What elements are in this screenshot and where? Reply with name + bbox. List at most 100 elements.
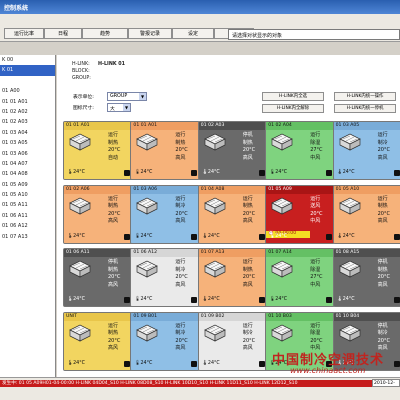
- unit-tile[interactable]: 01 06 A12 运行 制冷 20°C 高风 🌡24°C: [130, 248, 201, 307]
- tile-status-line: 制热: [108, 330, 119, 337]
- chevron-down-icon[interactable]: ▼: [123, 104, 130, 111]
- room-temp-value: 24°C: [73, 297, 85, 302]
- unit-tile[interactable]: UNIT 运行 制热 20°C 高风 🌡24°C: [63, 311, 133, 371]
- room-temp-value: 24°C: [207, 233, 220, 239]
- status-bar: 发生中: 01 05 A09H01-04-00:00 H-LINK 04D04_…: [0, 377, 400, 400]
- tile-status-line: 运行: [175, 322, 186, 329]
- unit-tile[interactable]: 01 03 A05 运行 制冷 20°C 高风 🌡24°C: [332, 121, 400, 180]
- tile-status: 运行 除湿 27°C 中风: [310, 132, 322, 162]
- tree-item[interactable]: 01 04 A07: [0, 159, 55, 169]
- ceiling-cassette-icon: [135, 324, 159, 344]
- ceiling-cassette-icon: [203, 324, 227, 344]
- fan-icon: [393, 170, 400, 176]
- display-unit-select[interactable]: GROUP ▼: [107, 92, 147, 101]
- tree-item[interactable]: 01 05 A11: [0, 200, 55, 210]
- tree-item[interactable]: 01 01 A01: [0, 97, 55, 107]
- chevron-down-icon[interactable]: ▼: [139, 93, 146, 100]
- batch-stop-button[interactable]: H-LINK内统一停机: [334, 104, 396, 113]
- room-temp-value: 24°C: [342, 233, 355, 239]
- tree-item[interactable]: 01 05 A09: [0, 180, 55, 190]
- tile-room-temp: 🌡24°C: [269, 297, 287, 302]
- tile-status-line: 运行: [242, 322, 253, 329]
- tree-item[interactable]: 01 07 A13: [0, 232, 55, 242]
- unit-tile[interactable]: 01 01 A01 运行 制热 20°C 高风 🌡24°C: [130, 121, 201, 180]
- room-temp-value: 24°C: [342, 297, 355, 302]
- tree-item[interactable]: K 00: [0, 55, 55, 65]
- unit-tile[interactable]: 01 03 A06 运行 制冷 20°C 高风 🌡24°C: [130, 184, 201, 244]
- fan-icon: [191, 360, 198, 367]
- device-tree[interactable]: K 00 K 01 01 A00 01 01 A01 01 02 A02 01 02 A0…: [0, 55, 56, 377]
- tree-item[interactable]: 01 02 A03: [0, 117, 55, 127]
- unit-tile[interactable]: 01 02 A03 停机 制热 20°C 高风 🌡24°C: [197, 121, 268, 180]
- tile-name: 01 09 B01: [131, 312, 200, 321]
- select-all-button[interactable]: H-LINK内全选: [262, 92, 324, 101]
- tree-item[interactable]: K 01: [0, 65, 55, 76]
- menu-schedule-button[interactable]: 日程: [44, 28, 82, 39]
- icon-size-select[interactable]: 大 ▼: [107, 103, 131, 112]
- tile-body: 运行 制冷 20°C 高风 🌡24°C: [333, 130, 400, 179]
- unit-tile[interactable]: 01 02 A04 运行 除湿 27°C 中风 🌡24°C: [265, 121, 336, 180]
- ceiling-cassette-icon: [203, 260, 227, 280]
- tile-status-line: 20°C: [108, 147, 121, 154]
- room-temp-value: 24°C: [140, 297, 153, 302]
- unit-tile[interactable]: 01 04 A08 运行 制热 20°C 高风 🌡24°C: [197, 184, 268, 244]
- room-temp-value: 24°C: [275, 233, 288, 239]
- alarm-ticker[interactable]: 发生中: 01 05 A09H01-04-00:00 H-LINK 04D04_…: [0, 380, 372, 387]
- tree-item[interactable]: 01 03 A06: [0, 149, 55, 159]
- unit-tile[interactable]: 01 08 A15 停机 制热 20°C 高风 🌡24°C: [332, 248, 400, 307]
- unit-tile[interactable]: 01 09 B02 运行 制冷 20°C 高风 🌡24°C: [197, 311, 268, 371]
- room-temp-value: 24°C: [207, 297, 220, 302]
- tile-status-line: 除湿: [310, 330, 321, 337]
- tree-item[interactable]: 01 04 A08: [0, 169, 55, 179]
- batch-operate-button[interactable]: H-LINK内统一操作: [334, 92, 396, 101]
- tile-status: 运行 制冷 20°C 高风: [175, 323, 187, 353]
- tile-name: 01 01 A01: [64, 122, 132, 130]
- tile-name: 01 10 B03: [266, 312, 335, 321]
- tile-body: 运行 送风 20°C 中风 ⏰ 04-00:00 🌡24°C: [266, 193, 335, 243]
- tree-item[interactable]: 01 06 A12: [0, 221, 55, 231]
- tile-status: 停机 制热 20°C 高风: [243, 132, 255, 162]
- unit-tile[interactable]: 01 09 B01 运行 制冷 20°C 高风 🌡24°C: [130, 311, 201, 371]
- tile-status-line: 制热: [242, 266, 253, 273]
- menu-settings-button[interactable]: 设定: [172, 28, 214, 39]
- unit-tile[interactable]: 01 07 A14 运行 除湿 27°C 中风 🌡24°C: [265, 248, 336, 307]
- tile-status-line: 运行: [310, 322, 321, 329]
- tile-body: 运行 除湿 27°C 中风 🌡24°C: [266, 257, 335, 306]
- fan-icon: [258, 170, 265, 176]
- tree-item[interactable]: 01 05 A10: [0, 190, 55, 200]
- tile-name: 01 07 A14: [266, 249, 335, 257]
- unit-tile[interactable]: 01 01 A01 运行 制热 20°C 自动 🌡24°C: [63, 121, 133, 180]
- tree-item[interactable]: 01 03 A05: [0, 138, 55, 148]
- menu-running-ratio-button[interactable]: 运行比率: [4, 28, 44, 39]
- tree-item[interactable]: 01 02 A02: [0, 107, 55, 117]
- menu-trend-button[interactable]: 趋势: [82, 28, 128, 39]
- tile-room-temp: 🌡24°C: [134, 361, 152, 366]
- tile-status-line: 运行: [108, 132, 119, 138]
- tile-status: 运行 制冷 20°C 高风: [243, 323, 255, 353]
- tile-room-temp: 🌡24°C: [202, 297, 220, 302]
- deselect-all-button[interactable]: H-LINK内全解除: [262, 104, 324, 113]
- tree-item[interactable]: [0, 76, 55, 86]
- fan-icon: [393, 233, 400, 240]
- unit-tile[interactable]: 01 07 A13 运行 制热 20°C 高风 🌡24°C: [197, 248, 268, 307]
- ceiling-cassette-icon: [338, 260, 362, 280]
- unit-tile[interactable]: 01 05 A09 运行 送风 20°C 中风 ⏰ 04-00:00 🌡24°C: [265, 184, 336, 244]
- tile-status-line: 制热: [377, 203, 388, 210]
- tile-status-line: 高风: [175, 281, 186, 288]
- tree-item[interactable]: 01 06 A11: [0, 211, 55, 221]
- ceiling-cassette-icon: [203, 197, 227, 217]
- unit-tile[interactable]: 01 02 A06 运行 制热 20°C 高风 🌡24°C: [63, 184, 133, 244]
- room-temp-value: 24°C: [207, 170, 220, 175]
- fan-icon: [124, 170, 130, 176]
- tree-item[interactable]: 01 A00: [0, 86, 55, 96]
- tile-status: 运行 制冷 20°C 高风: [175, 196, 187, 226]
- tile-status-line: 27°C: [310, 147, 323, 154]
- tile-status-line: 运行: [310, 259, 321, 265]
- menu-alarm-log-button[interactable]: 警报记录: [128, 28, 172, 39]
- tree-item[interactable]: 01 03 A04: [0, 128, 55, 138]
- tile-status-line: 高风: [108, 218, 119, 225]
- unit-tile[interactable]: 01 05 A10 运行 制热 20°C 高风 🌡24°C: [332, 184, 400, 244]
- tile-status-line: 20°C: [242, 147, 256, 154]
- unit-tile[interactable]: 01 06 A11 停机 制热 20°C 高风 🌡24°C: [63, 248, 133, 307]
- fan-icon: [124, 360, 130, 367]
